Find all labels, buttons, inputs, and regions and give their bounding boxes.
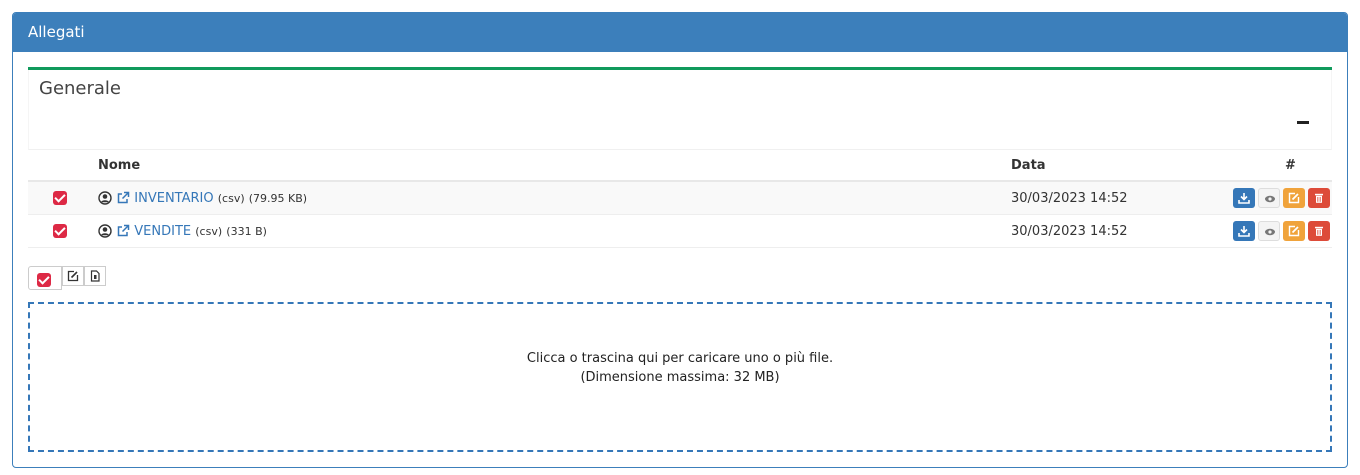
delete-button[interactable] [1308,221,1330,241]
user-circle-icon [98,191,112,205]
edit-icon [1288,225,1300,237]
attachments-panel: Allegati Generale Nome Data # INVENTARIO… [12,12,1348,468]
file-name-link[interactable]: VENDITE [134,224,191,239]
download-icon [1238,193,1250,204]
row-checkbox[interactable] [53,191,67,205]
file-icon [90,270,100,282]
row-checkbox-cell [28,214,98,248]
preview-button[interactable] [1258,188,1280,208]
row-checkbox-cell [28,181,98,215]
row-actions [1211,181,1332,215]
header-date: Data [1011,150,1211,182]
file-size: (79.95 KB) [248,191,308,205]
box-title: Generale [39,78,122,99]
row-date: 30/03/2023 14:52 [1011,181,1211,215]
edit-button[interactable] [1283,188,1305,208]
bulk-file-button[interactable] [84,266,106,286]
box-header: Generale [28,70,1332,150]
edit-button[interactable] [1283,221,1305,241]
upload-dropzone[interactable]: Clicca o trascina qui per caricare uno o… [28,302,1332,452]
external-link-icon[interactable] [116,224,130,238]
row-name-cell: INVENTARIO (csv) (79.95 KB) [98,181,1011,215]
delete-button[interactable] [1308,188,1330,208]
general-box: Generale Nome Data # INVENTARIO (csv) (7… [28,67,1332,248]
dropzone-instructions: Clicca o trascina qui per caricare uno o… [526,351,834,366]
panel-title: Allegati [13,13,1347,52]
preview-button[interactable] [1258,221,1280,241]
download-button[interactable] [1233,188,1255,208]
file-size: (331 B) [226,224,267,238]
dropzone-max-size: (Dimensione massima: 32 MB) [580,370,780,385]
eye-icon [1265,228,1275,236]
trash-icon [1315,226,1323,236]
collapse-minus-icon[interactable] [1297,121,1309,124]
table-row: INVENTARIO (csv) (79.95 KB) 30/03/2023 1… [28,181,1332,215]
trash-icon [1315,193,1323,203]
download-button[interactable] [1233,221,1255,241]
file-ext: (csv) [217,191,245,205]
file-ext: (csv) [195,224,223,238]
header-check [28,150,98,182]
user-circle-icon [98,224,112,238]
row-checkbox[interactable] [53,224,67,238]
download-icon [1238,226,1250,237]
bulk-edit-button[interactable] [62,266,84,286]
row-actions [1211,214,1332,248]
eye-icon [1265,195,1275,203]
row-name-cell: VENDITE (csv) (331 B) [98,214,1011,248]
edit-icon [1288,192,1300,204]
table-row: VENDITE (csv) (331 B) 30/03/2023 14:52 [28,214,1332,248]
select-all-button[interactable] [28,266,62,290]
edit-icon [67,270,79,282]
row-date: 30/03/2023 14:52 [1011,214,1211,248]
file-name-link[interactable]: INVENTARIO [134,191,213,206]
attachments-table: Nome Data # INVENTARIO (csv) (79.95 KB) … [28,150,1332,248]
external-link-icon[interactable] [116,191,130,205]
select-all-checkbox[interactable] [37,272,51,287]
header-actions: # [1211,150,1332,182]
header-name: Nome [98,150,1011,182]
